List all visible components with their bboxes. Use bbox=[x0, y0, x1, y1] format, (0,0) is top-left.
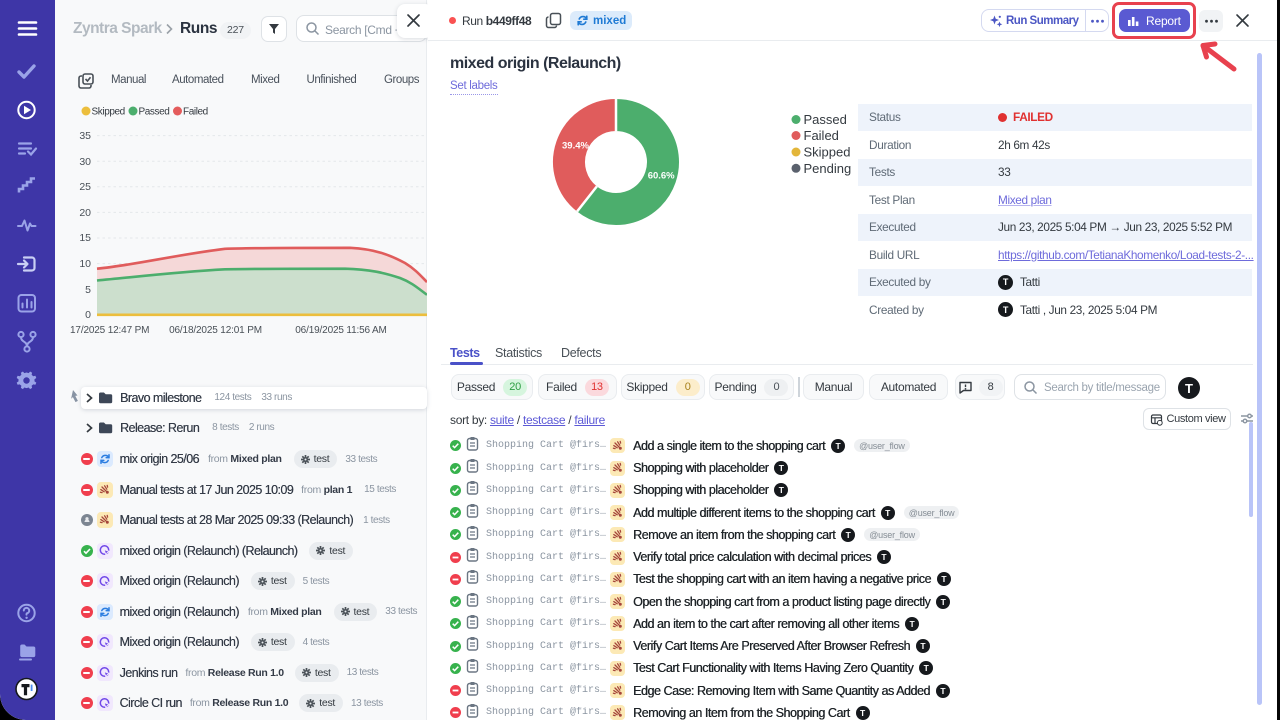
svg-text:30: 30 bbox=[79, 156, 91, 168]
svg-text:60.6%: 60.6% bbox=[648, 171, 675, 182]
svg-text:5: 5 bbox=[85, 284, 91, 296]
svg-text:20: 20 bbox=[79, 207, 91, 219]
svg-text:10: 10 bbox=[79, 258, 91, 270]
svg-text:Failed: Failed bbox=[183, 107, 208, 118]
svg-text:0: 0 bbox=[85, 309, 91, 321]
svg-text:35: 35 bbox=[79, 130, 91, 142]
svg-text:Skipped: Skipped bbox=[804, 145, 851, 160]
svg-text:17/2025 12:47 PM: 17/2025 12:47 PM bbox=[70, 325, 149, 336]
svg-text:06/18/2025 12:01 PM: 06/18/2025 12:01 PM bbox=[169, 325, 262, 336]
svg-text:25: 25 bbox=[79, 181, 91, 193]
svg-text:Failed: Failed bbox=[804, 128, 839, 143]
svg-text:39.4%: 39.4% bbox=[562, 141, 589, 152]
svg-text:Skipped: Skipped bbox=[92, 107, 125, 118]
svg-text:Pending: Pending bbox=[804, 161, 852, 176]
svg-text:Passed: Passed bbox=[804, 112, 847, 127]
svg-text:15: 15 bbox=[79, 232, 91, 244]
svg-text:Passed: Passed bbox=[139, 107, 170, 118]
svg-text:06/19/2025 11:56 AM: 06/19/2025 11:56 AM bbox=[295, 325, 387, 336]
